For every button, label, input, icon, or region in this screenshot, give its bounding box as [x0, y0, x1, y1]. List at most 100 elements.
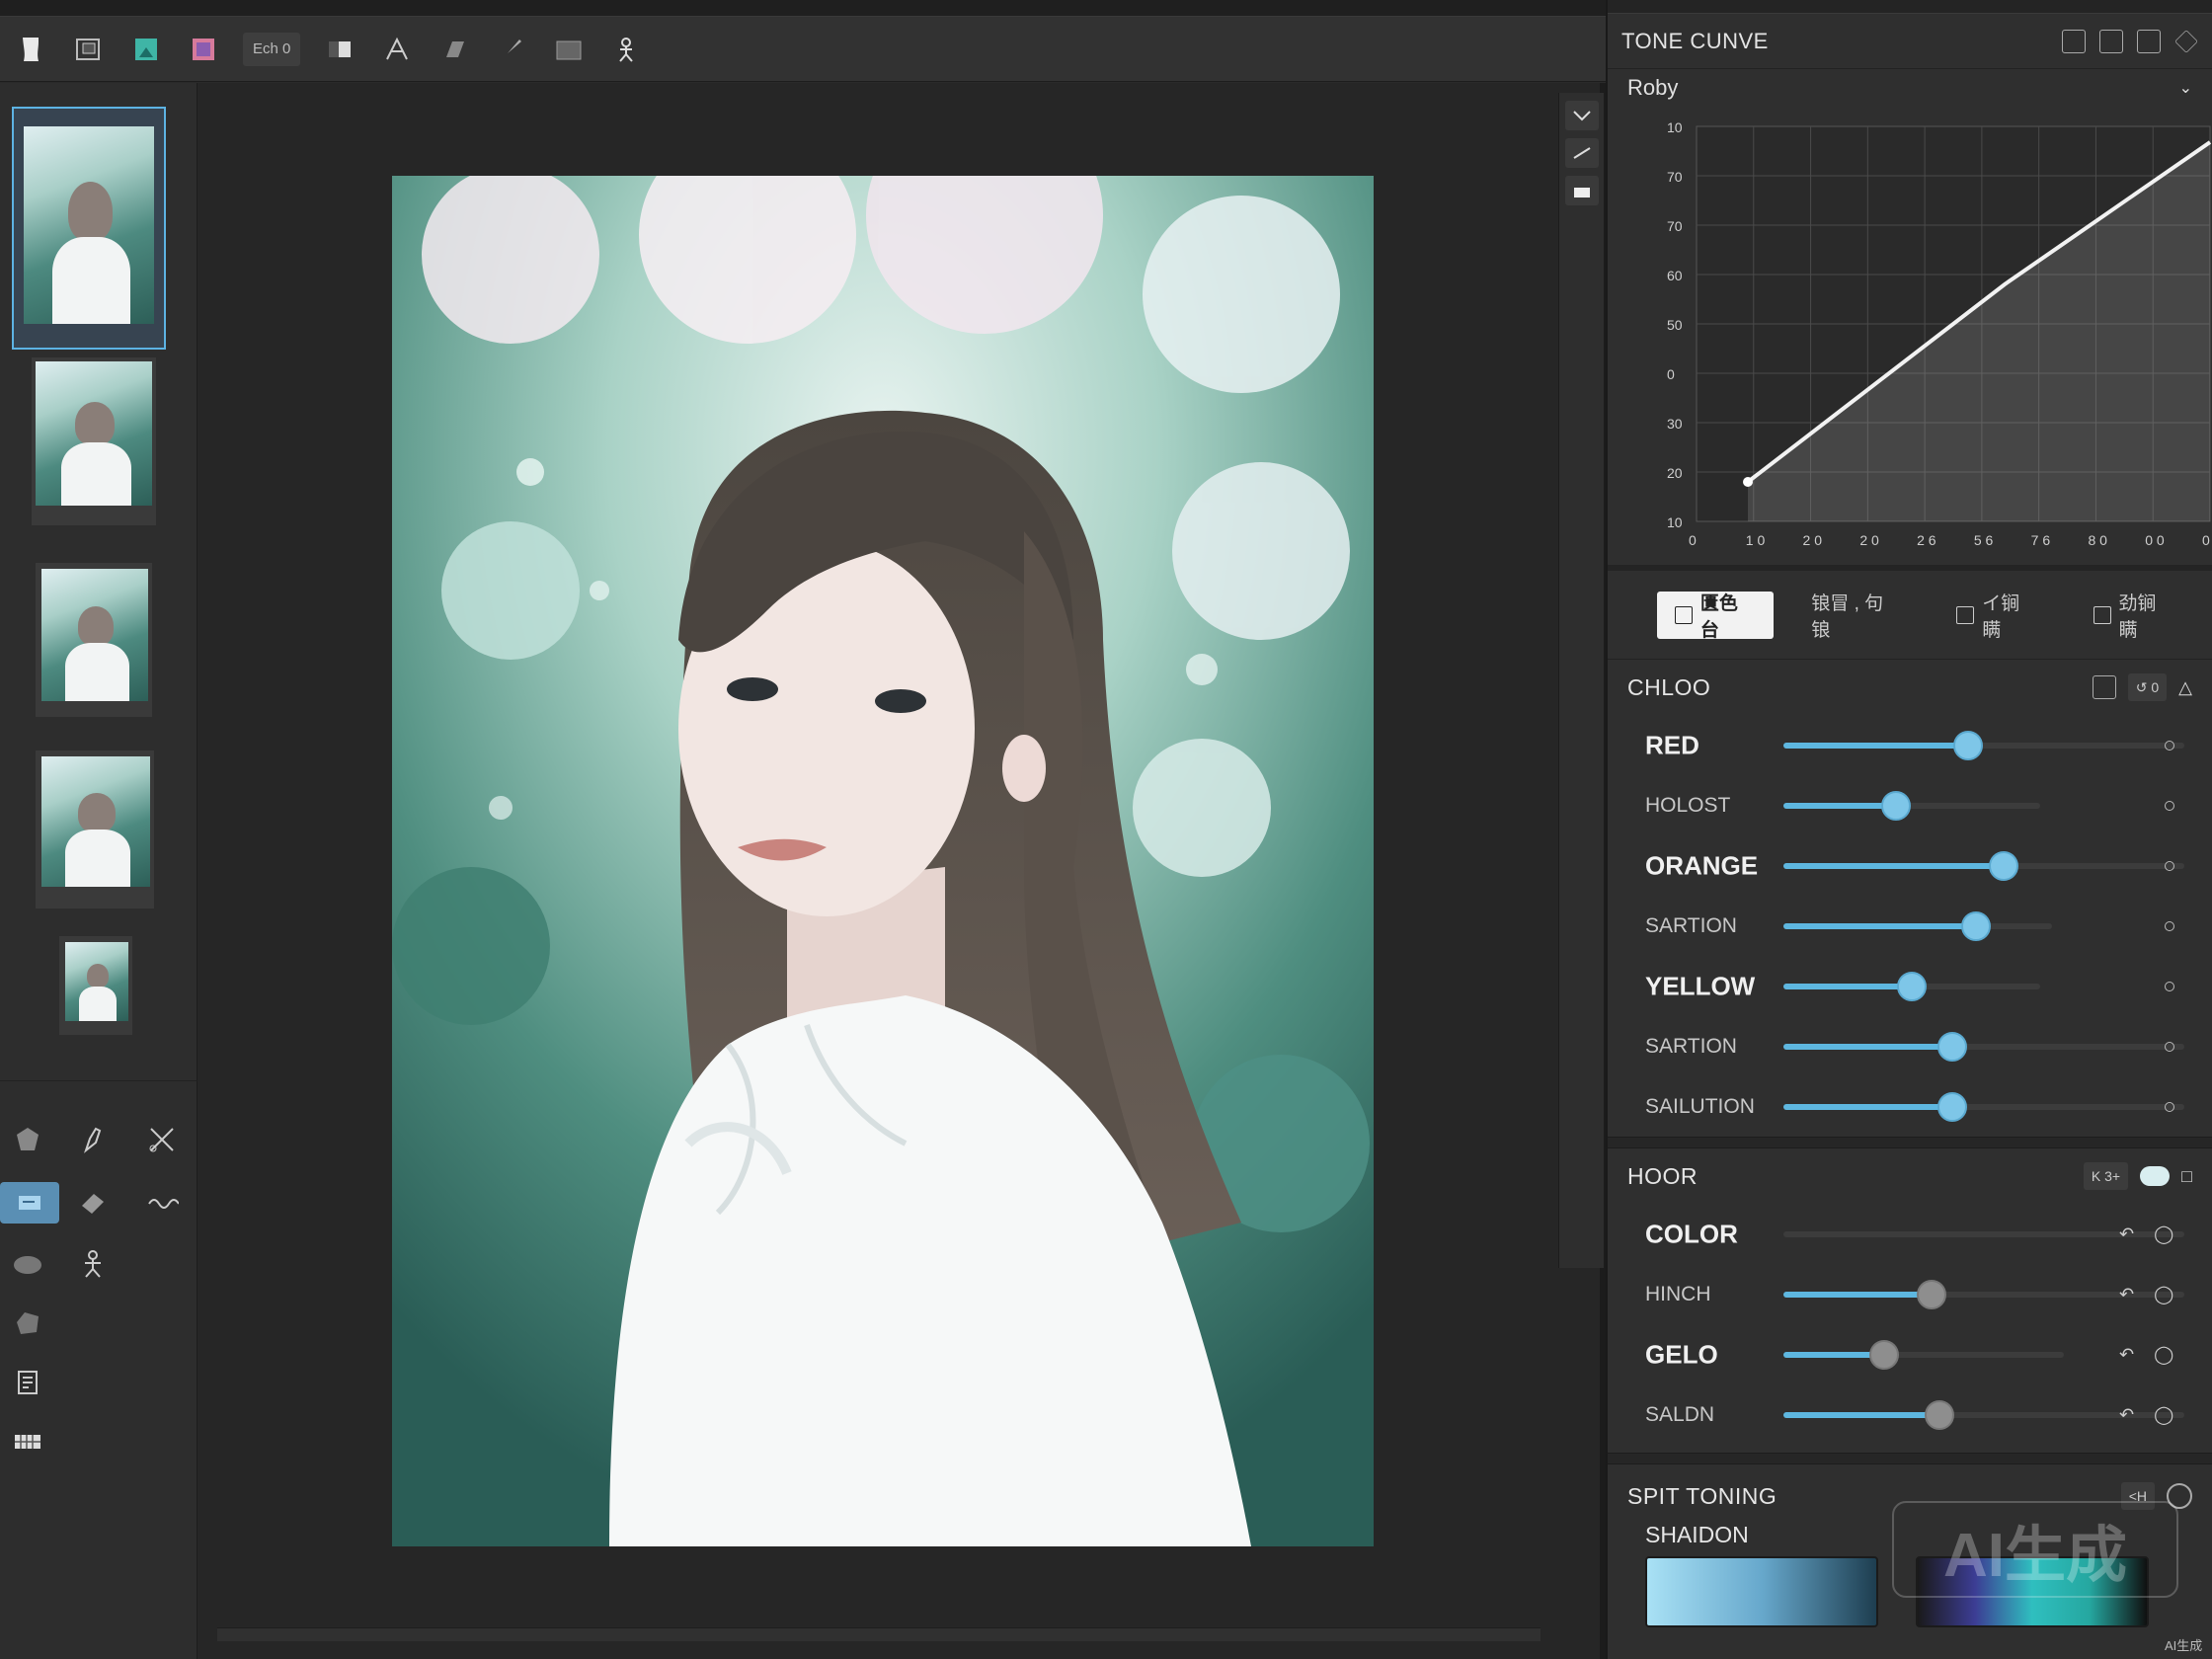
check-icon[interactable] — [1564, 138, 1599, 168]
slider-knob[interactable] — [1952, 730, 1983, 760]
wave-tool-icon[interactable] — [138, 1182, 186, 1224]
reset-dot-icon[interactable] — [2165, 981, 2174, 991]
panel-toggle-icon[interactable] — [1564, 176, 1599, 205]
gradient-icon[interactable] — [322, 32, 357, 67]
expand-icon[interactable] — [2099, 29, 2123, 53]
blur-tool-icon[interactable] — [4, 1243, 51, 1285]
thumbnail-image — [36, 361, 152, 506]
brush-tool-icon[interactable] — [69, 1119, 117, 1160]
slider-knob[interactable] — [1917, 1279, 1947, 1309]
selection-tool-icon[interactable] — [0, 1182, 59, 1224]
tool-palette — [0, 1080, 198, 1659]
tone-curve-graph[interactable]: 10 70 70 60 50 0 30 20 10 0 1 0 2 0 2 0 2 6 5 6 7 6 8 0 0… — [1608, 107, 2212, 571]
slider-knob[interactable] — [1868, 1339, 1899, 1370]
puppet-warp-icon[interactable] — [608, 32, 644, 67]
layer-icon — [1956, 605, 1975, 624]
row-actions: ↶ ◯ — [2119, 1404, 2173, 1425]
filmstrip-thumb[interactable] — [36, 750, 154, 908]
slider-knob[interactable] — [1936, 1091, 1967, 1122]
document-tool-icon[interactable] — [4, 1362, 51, 1403]
puppet-tool-icon[interactable] — [69, 1243, 117, 1285]
layout-icon[interactable] — [2062, 29, 2086, 53]
copy-icon[interactable] — [2137, 29, 2161, 53]
scissors-tool-icon[interactable] — [138, 1119, 186, 1160]
slider-row: COLOR ↶ ◯ — [1608, 1204, 2212, 1264]
photo-canvas[interactable] — [392, 176, 1374, 1546]
filmstrip-thumb[interactable] — [59, 936, 132, 1035]
layer-chip[interactable]: Ech 0 — [243, 32, 301, 66]
slider-row: YELLOW — [1608, 956, 2212, 1016]
toggle-icon[interactable] — [2140, 1166, 2171, 1186]
diamond-icon[interactable] — [2174, 29, 2198, 53]
lock-icon[interactable]: □ — [2181, 1166, 2192, 1187]
tab-color-mix[interactable]: 匱色台 — [1657, 591, 1775, 641]
slider-knob[interactable] — [1936, 1031, 1967, 1062]
slider-track[interactable] — [1783, 1031, 2184, 1062]
filmstrip-thumb[interactable] — [36, 563, 152, 717]
clock-icon[interactable]: ◯ — [2154, 1344, 2173, 1365]
slider-knob[interactable] — [1880, 790, 1911, 821]
slider-fill — [1783, 862, 2005, 869]
image-pink-icon[interactable] — [186, 32, 221, 67]
reset-chip[interactable]: ↺ 0 — [2127, 673, 2168, 701]
tone-curve-header: TONE CUNVE — [1608, 14, 2212, 69]
slider-track[interactable] — [1783, 790, 2040, 821]
filmstrip-thumb[interactable] — [12, 107, 166, 350]
reset-dot-icon[interactable] — [2165, 860, 2174, 871]
shadow-color-swatch[interactable] — [1645, 1556, 1878, 1627]
clock-icon[interactable]: ◯ — [2154, 1404, 2173, 1425]
slider-knob[interactable] — [1960, 910, 1991, 941]
folder-icon[interactable] — [551, 32, 587, 67]
clock-icon[interactable]: ◯ — [2154, 1284, 2173, 1304]
y-tick-label: 50 — [1667, 317, 1683, 333]
thumbnail-image — [41, 569, 148, 701]
slider-knob[interactable] — [1989, 850, 2019, 881]
slider-track[interactable] — [1783, 730, 2184, 760]
sponge-tool-icon[interactable] — [4, 1303, 51, 1344]
eraser-icon[interactable] — [436, 32, 472, 67]
reset-dot-icon[interactable] — [2165, 740, 2174, 750]
document-icon[interactable] — [14, 32, 49, 67]
reset-dot-icon[interactable] — [2165, 1041, 2174, 1052]
crop-frame-icon[interactable] — [71, 32, 107, 67]
slider-track[interactable] — [1783, 1339, 2065, 1370]
slider-label: HOLOST — [1645, 793, 1731, 817]
reset-dot-icon[interactable] — [2165, 1101, 2174, 1112]
slider-knob[interactable] — [1896, 971, 1927, 1001]
reset-dot-icon[interactable] — [2165, 920, 2174, 931]
slider-track[interactable] — [1783, 910, 2053, 941]
row-actions: ↶ ◯ — [2119, 1344, 2173, 1365]
tab-effects[interactable]: 劲锏瞒 — [2076, 592, 2192, 641]
x-tick-label: 0 — [1689, 532, 1697, 548]
tab-local[interactable]: イ锏瞒 — [1938, 592, 2055, 641]
undo-icon[interactable]: ↶ — [2119, 1224, 2134, 1244]
undo-icon[interactable]: ↶ — [2119, 1284, 2134, 1304]
grid-tool-icon[interactable] — [4, 1421, 51, 1462]
undo-icon[interactable]: ↶ — [2119, 1404, 2134, 1425]
undo-icon[interactable]: ↶ — [2119, 1344, 2134, 1365]
tab-adjust[interactable]: 锒冒 , 句锒 — [1793, 592, 1919, 641]
shape-tool-icon[interactable] — [4, 1119, 51, 1160]
hsl-chip[interactable]: K 3+ — [2083, 1162, 2129, 1190]
clock-icon[interactable]: ◯ — [2154, 1224, 2173, 1244]
slider-fill — [1783, 1043, 1952, 1050]
ai-watermark-small: AI生成 — [2165, 1638, 2203, 1653]
slider-knob[interactable] — [1925, 1399, 1955, 1430]
filmstrip-thumb[interactable] — [32, 357, 156, 525]
ai-watermark: AI生成 — [1892, 1501, 2178, 1598]
brush-icon[interactable] — [494, 32, 529, 67]
lock-icon[interactable]: △ — [2178, 677, 2192, 698]
color-sliders: RED HOLOST ORANGE SARTION YELLOW SARTION SAILU… — [1608, 715, 2212, 1137]
slider-track[interactable] — [1783, 971, 2040, 1001]
curve-preset-select[interactable]: Roby ⌄ — [1608, 69, 2212, 107]
reset-dot-icon[interactable] — [2165, 800, 2174, 811]
pen-icon[interactable] — [2092, 675, 2116, 699]
chevron-down-icon[interactable] — [1564, 101, 1599, 130]
slider-track[interactable] — [1783, 1091, 2184, 1122]
pen-tool-icon[interactable] — [379, 32, 415, 67]
horizontal-scrollbar[interactable] — [217, 1627, 1540, 1641]
eraser-tool-icon[interactable] — [69, 1182, 117, 1224]
slider-track[interactable] — [1783, 850, 2184, 881]
row-actions: ↶ ◯ — [2119, 1224, 2173, 1244]
image-teal-icon[interactable] — [128, 32, 164, 67]
